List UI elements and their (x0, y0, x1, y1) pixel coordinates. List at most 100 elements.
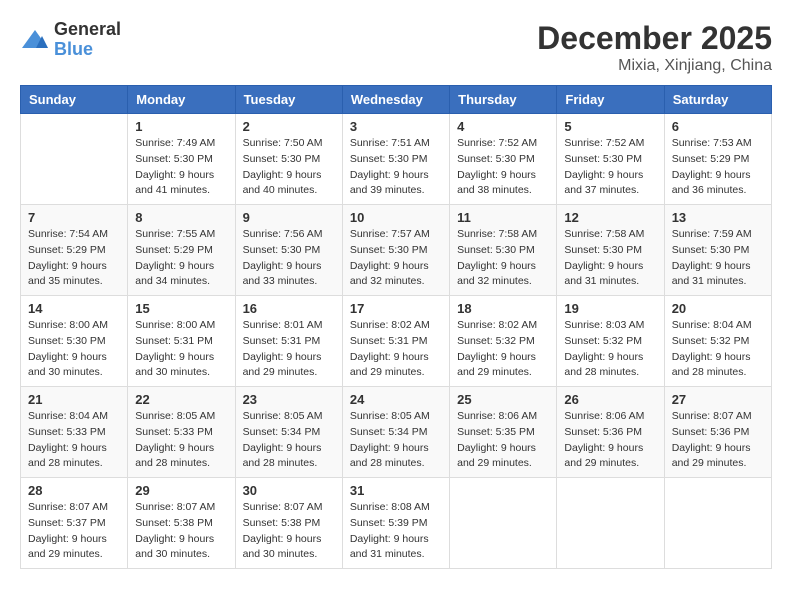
day-number: 22 (135, 392, 227, 407)
calendar-cell: 16 Sunrise: 8:01 AMSunset: 5:31 PMDayligh… (235, 296, 342, 387)
calendar-cell (557, 478, 664, 569)
calendar-cell: 23 Sunrise: 8:05 AMSunset: 5:34 PMDayligh… (235, 387, 342, 478)
calendar-cell (450, 478, 557, 569)
weekday-header-monday: Monday (128, 86, 235, 114)
day-info: Sunrise: 8:07 AMSunset: 5:38 PMDaylight:… (135, 500, 227, 563)
day-info: Sunrise: 8:02 AMSunset: 5:31 PMDaylight:… (350, 318, 442, 381)
day-info: Sunrise: 8:02 AMSunset: 5:32 PMDaylight:… (457, 318, 549, 381)
day-number: 24 (350, 392, 442, 407)
calendar-cell: 17 Sunrise: 8:02 AMSunset: 5:31 PMDayligh… (342, 296, 449, 387)
calendar-cell: 9 Sunrise: 7:56 AMSunset: 5:30 PMDaylight… (235, 205, 342, 296)
day-number: 7 (28, 210, 120, 225)
day-info: Sunrise: 8:04 AMSunset: 5:32 PMDaylight:… (672, 318, 764, 381)
day-number: 29 (135, 483, 227, 498)
calendar-week-row: 28 Sunrise: 8:07 AMSunset: 5:37 PMDayligh… (21, 478, 772, 569)
day-info: Sunrise: 7:49 AMSunset: 5:30 PMDaylight:… (135, 136, 227, 199)
day-number: 19 (564, 301, 656, 316)
calendar-cell: 30 Sunrise: 8:07 AMSunset: 5:38 PMDayligh… (235, 478, 342, 569)
day-info: Sunrise: 7:57 AMSunset: 5:30 PMDaylight:… (350, 227, 442, 290)
day-info: Sunrise: 7:55 AMSunset: 5:29 PMDaylight:… (135, 227, 227, 290)
calendar-week-row: 14 Sunrise: 8:00 AMSunset: 5:30 PMDayligh… (21, 296, 772, 387)
day-info: Sunrise: 8:01 AMSunset: 5:31 PMDaylight:… (243, 318, 335, 381)
day-info: Sunrise: 8:07 AMSunset: 5:36 PMDaylight:… (672, 409, 764, 472)
day-number: 16 (243, 301, 335, 316)
logo-icon (20, 28, 50, 52)
calendar-cell: 6 Sunrise: 7:53 AMSunset: 5:29 PMDaylight… (664, 114, 771, 205)
calendar-cell: 24Sunrise: 8:05 AMSunset: 5:34 PMDayligh… (342, 387, 449, 478)
day-info: Sunrise: 7:52 AMSunset: 5:30 PMDaylight:… (564, 136, 656, 199)
location-title: Mixia, Xinjiang, China (537, 57, 772, 75)
day-info: Sunrise: 7:58 AMSunset: 5:30 PMDaylight:… (457, 227, 549, 290)
calendar-cell: 12 Sunrise: 7:58 AMSunset: 5:30 PMDayligh… (557, 205, 664, 296)
weekday-header-wednesday: Wednesday (342, 86, 449, 114)
calendar-cell: 5 Sunrise: 7:52 AMSunset: 5:30 PMDaylight… (557, 114, 664, 205)
day-info: Sunrise: 8:07 AMSunset: 5:37 PMDaylight:… (28, 500, 120, 563)
calendar-cell: 1Sunrise: 7:49 AMSunset: 5:30 PMDaylight… (128, 114, 235, 205)
calendar-cell: 19Sunrise: 8:03 AMSunset: 5:32 PMDayligh… (557, 296, 664, 387)
day-number: 23 (243, 392, 335, 407)
day-info: Sunrise: 7:50 AMSunset: 5:30 PMDaylight:… (243, 136, 335, 199)
day-number: 5 (564, 119, 656, 134)
day-number: 28 (28, 483, 120, 498)
day-info: Sunrise: 8:04 AMSunset: 5:33 PMDaylight:… (28, 409, 120, 472)
weekday-header-tuesday: Tuesday (235, 86, 342, 114)
calendar-cell: 22 Sunrise: 8:05 AMSunset: 5:33 PMDayligh… (128, 387, 235, 478)
day-info: Sunrise: 8:06 AMSunset: 5:35 PMDaylight:… (457, 409, 549, 472)
day-info: Sunrise: 8:05 AMSunset: 5:34 PMDaylight:… (243, 409, 335, 472)
calendar-cell: 8Sunrise: 7:55 AMSunset: 5:29 PMDaylight… (128, 205, 235, 296)
day-number: 4 (457, 119, 549, 134)
day-info: Sunrise: 8:08 AMSunset: 5:39 PMDaylight:… (350, 500, 442, 563)
day-number: 9 (243, 210, 335, 225)
day-number: 31 (350, 483, 442, 498)
day-number: 13 (672, 210, 764, 225)
calendar-cell: 31 Sunrise: 8:08 AMSunset: 5:39 PMDayligh… (342, 478, 449, 569)
day-number: 18 (457, 301, 549, 316)
calendar-cell: 27 Sunrise: 8:07 AMSunset: 5:36 PMDayligh… (664, 387, 771, 478)
month-title: December 2025 (537, 20, 772, 57)
weekday-header-saturday: Saturday (664, 86, 771, 114)
calendar-cell: 28 Sunrise: 8:07 AMSunset: 5:37 PMDayligh… (21, 478, 128, 569)
calendar-cell (21, 114, 128, 205)
day-info: Sunrise: 7:58 AMSunset: 5:30 PMDaylight:… (564, 227, 656, 290)
day-number: 17 (350, 301, 442, 316)
calendar-cell: 14 Sunrise: 8:00 AMSunset: 5:30 PMDayligh… (21, 296, 128, 387)
calendar-cell: 15Sunrise: 8:00 AMSunset: 5:31 PMDayligh… (128, 296, 235, 387)
day-info: Sunrise: 7:52 AMSunset: 5:30 PMDaylight:… (457, 136, 549, 199)
logo-line2: Blue (54, 40, 121, 60)
day-number: 14 (28, 301, 120, 316)
day-info: Sunrise: 8:00 AMSunset: 5:30 PMDaylight:… (28, 318, 120, 381)
day-info: Sunrise: 8:05 AMSunset: 5:33 PMDaylight:… (135, 409, 227, 472)
calendar-cell: 25Sunrise: 8:06 AMSunset: 5:35 PMDayligh… (450, 387, 557, 478)
calendar-cell: 29 Sunrise: 8:07 AMSunset: 5:38 PMDayligh… (128, 478, 235, 569)
day-number: 3 (350, 119, 442, 134)
calendar-week-row: 1Sunrise: 7:49 AMSunset: 5:30 PMDaylight… (21, 114, 772, 205)
day-info: Sunrise: 7:53 AMSunset: 5:29 PMDaylight:… (672, 136, 764, 199)
weekday-header-row: SundayMondayTuesdayWednesdayThursdayFrid… (21, 86, 772, 114)
day-number: 27 (672, 392, 764, 407)
calendar-week-row: 7Sunrise: 7:54 AMSunset: 5:29 PMDaylight… (21, 205, 772, 296)
calendar-cell: 18 Sunrise: 8:02 AMSunset: 5:32 PMDayligh… (450, 296, 557, 387)
day-info: Sunrise: 8:07 AMSunset: 5:38 PMDaylight:… (243, 500, 335, 563)
day-number: 10 (350, 210, 442, 225)
day-info: Sunrise: 7:56 AMSunset: 5:30 PMDaylight:… (243, 227, 335, 290)
calendar-cell: 3 Sunrise: 7:51 AMSunset: 5:30 PMDaylight… (342, 114, 449, 205)
day-number: 11 (457, 210, 549, 225)
calendar-cell: 2 Sunrise: 7:50 AMSunset: 5:30 PMDaylight… (235, 114, 342, 205)
calendar-cell: 7Sunrise: 7:54 AMSunset: 5:29 PMDaylight… (21, 205, 128, 296)
day-number: 12 (564, 210, 656, 225)
logo: General Blue (20, 20, 121, 60)
calendar-week-row: 21Sunrise: 8:04 AMSunset: 5:33 PMDayligh… (21, 387, 772, 478)
calendar-cell (664, 478, 771, 569)
day-info: Sunrise: 7:51 AMSunset: 5:30 PMDaylight:… (350, 136, 442, 199)
calendar-cell: 21Sunrise: 8:04 AMSunset: 5:33 PMDayligh… (21, 387, 128, 478)
day-number: 6 (672, 119, 764, 134)
day-number: 30 (243, 483, 335, 498)
day-number: 2 (243, 119, 335, 134)
calendar-cell: 13 Sunrise: 7:59 AMSunset: 5:30 PMDayligh… (664, 205, 771, 296)
day-number: 20 (672, 301, 764, 316)
calendar-cell: 26Sunrise: 8:06 AMSunset: 5:36 PMDayligh… (557, 387, 664, 478)
weekday-header-sunday: Sunday (21, 86, 128, 114)
day-info: Sunrise: 8:06 AMSunset: 5:36 PMDaylight:… (564, 409, 656, 472)
day-info: Sunrise: 7:59 AMSunset: 5:30 PMDaylight:… (672, 227, 764, 290)
calendar-cell: 11 Sunrise: 7:58 AMSunset: 5:30 PMDayligh… (450, 205, 557, 296)
